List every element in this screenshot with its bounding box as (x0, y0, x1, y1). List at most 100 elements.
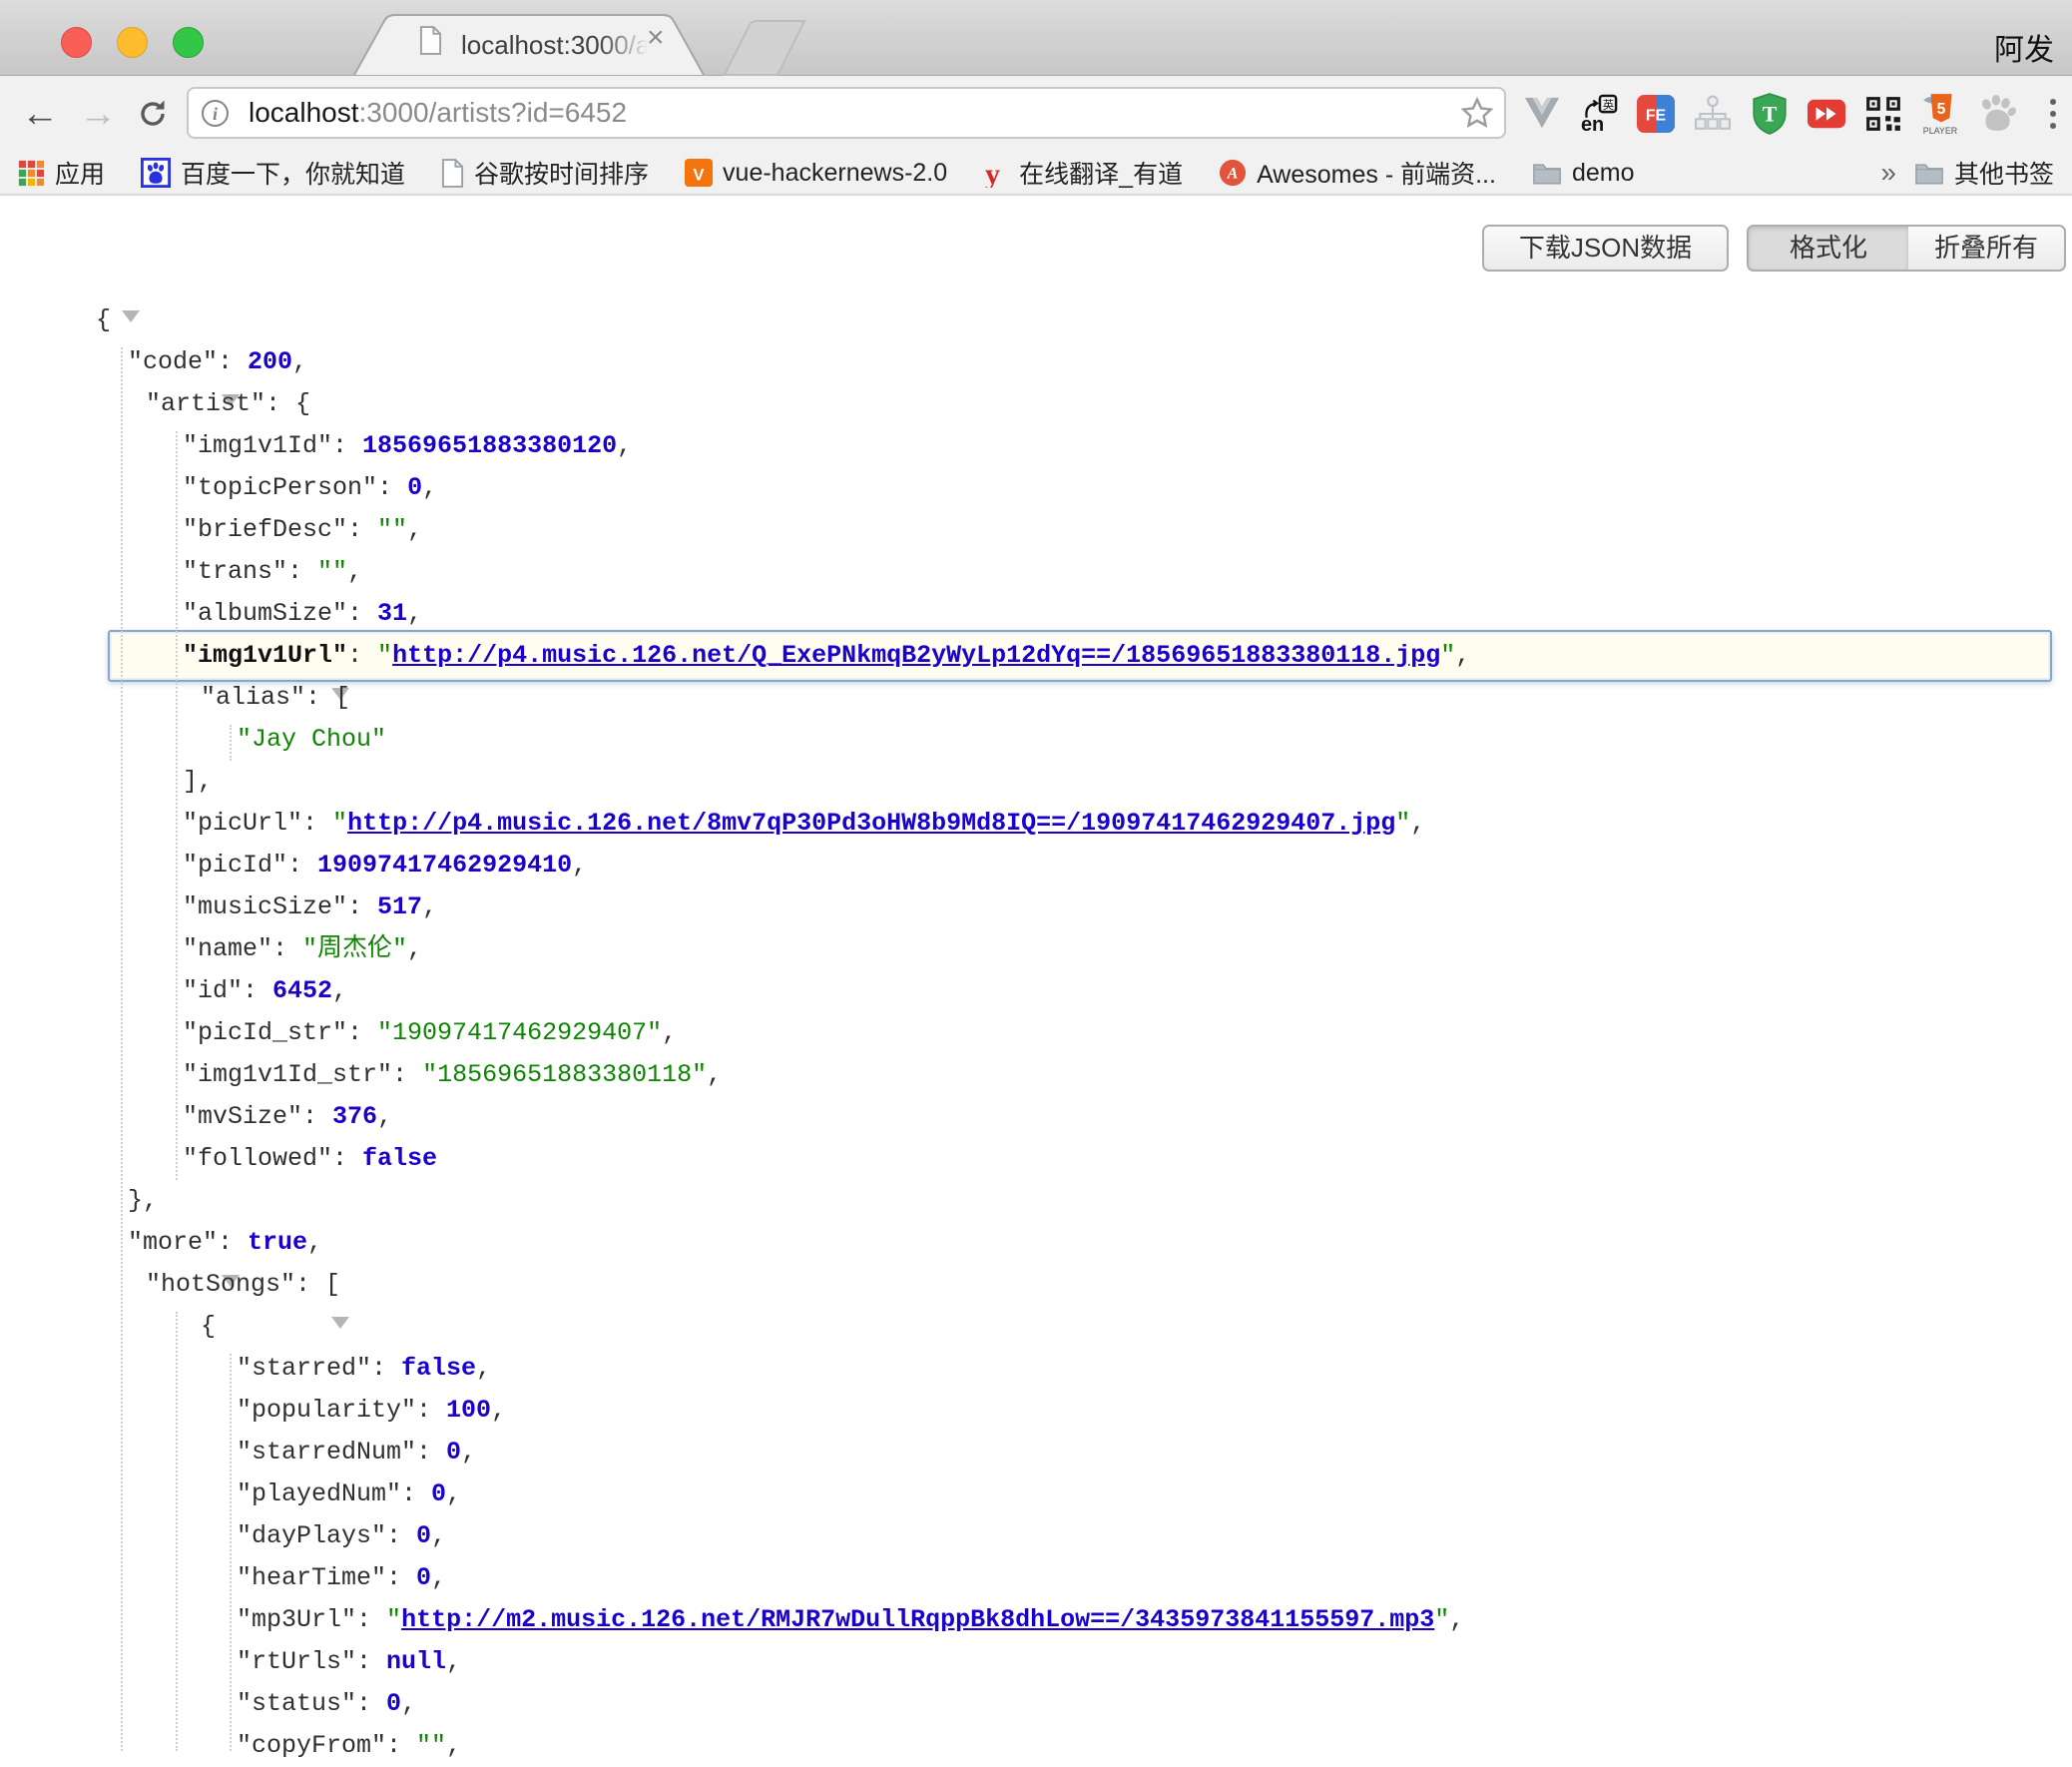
json-token: : (302, 1102, 332, 1131)
json-key: "popularity" (237, 1396, 416, 1425)
tab-close-icon[interactable]: × (647, 22, 665, 54)
sitemap-icon[interactable] (1694, 92, 1732, 136)
json-key: "hearTime" (237, 1563, 386, 1592)
json-token: 0 (386, 1689, 401, 1718)
url-path: :3000/artists?id=6452 (359, 97, 628, 128)
json-token: : (302, 809, 332, 838)
json-key: "copyFrom" (237, 1731, 386, 1760)
json-key: "img1v1Url" (183, 641, 347, 670)
baidu-icon (141, 158, 171, 188)
youdao-icon: y (983, 158, 1009, 188)
json-token: 376 (332, 1102, 377, 1131)
bookmark-item[interactable]: AAwesomes - 前端资... (1219, 155, 1496, 191)
back-button[interactable]: ← (14, 76, 66, 152)
translate-icon[interactable]: en英 (1580, 92, 1618, 136)
json-token: : { (265, 389, 310, 418)
bookmark-item[interactable]: 应用 (18, 155, 105, 191)
json-link[interactable]: http://p4.music.126.net/8mv7qP30Pd3oHW8b… (347, 809, 1395, 838)
svg-text:T: T (1763, 101, 1778, 126)
collapse-toggle-icon[interactable] (331, 1317, 349, 1358)
fe-icon[interactable]: FE (1637, 92, 1675, 136)
bookmark-star-icon[interactable] (1460, 96, 1494, 130)
json-key: "img1v1Id_str" (183, 1060, 392, 1089)
tampermonkey-icon[interactable]: T (1751, 92, 1789, 136)
json-token: : (218, 347, 248, 376)
json-line: "code": 200, (0, 341, 2072, 383)
new-tab-button[interactable] (725, 21, 804, 75)
collapse-toggle-icon[interactable] (122, 310, 140, 351)
download-json-button[interactable]: 下载JSON数据 (1482, 225, 1729, 272)
browser-profile-name[interactable]: 阿发 (1994, 25, 2054, 69)
json-token: 200 (248, 347, 292, 376)
svg-text:A: A (1227, 166, 1239, 183)
format-button-active[interactable]: 格式化 (1747, 225, 1910, 272)
indent-guide (176, 1312, 178, 1751)
json-line: "musicSize": 517, (0, 886, 2072, 928)
bookmarks-overflow-chevron[interactable]: » (1880, 157, 1896, 189)
other-bookmarks-folder[interactable]: 其他书签 (1914, 155, 2054, 191)
json-token: : (347, 892, 377, 921)
json-line: "Jay Chou" (0, 719, 2072, 761)
json-token: { (96, 305, 111, 334)
vue-devtools-icon[interactable] (1523, 92, 1561, 136)
json-line: "trans": "", (0, 551, 2072, 593)
collapse-all-button[interactable]: 折叠所有 (1908, 225, 2066, 272)
indent-guide (176, 431, 178, 1180)
json-line: "hearTime": 0, (0, 1557, 2072, 1599)
qrcode-icon[interactable] (1864, 92, 1902, 136)
bookmark-item[interactable]: y在线翻译_有道 (983, 155, 1183, 191)
json-token: 0 (416, 1521, 431, 1550)
json-key: "more" (128, 1228, 218, 1257)
bookmarks-right-group: » 其他书签 (1880, 155, 2054, 191)
json-token: 19097417462929410 (317, 851, 572, 880)
json-token: : (347, 599, 377, 628)
json-token: , (332, 976, 347, 1005)
json-link[interactable]: http://p4.music.126.net/Q_ExePNkmqB2yWyL… (392, 641, 1440, 670)
json-line: "playedNum": 0, (0, 1473, 2072, 1515)
folder-icon (1914, 161, 1944, 186)
url-text[interactable]: localhost:3000/artists?id=6452 (249, 97, 627, 129)
json-key: "starredNum" (237, 1438, 416, 1467)
bookmark-item[interactable]: 谷歌按时间排序 (441, 155, 649, 191)
json-line: "albumSize": 31, (0, 593, 2072, 635)
json-token: , (617, 431, 632, 460)
json-key: "dayPlays" (237, 1521, 386, 1550)
json-token: , (1410, 809, 1425, 838)
json-key: "picUrl" (183, 809, 302, 838)
indent-guide (230, 1354, 232, 1751)
html5-player-icon[interactable]: 5PLAYER (1921, 92, 1959, 136)
json-token: "18569651883380118" (422, 1060, 707, 1089)
vueb-icon: V (685, 159, 713, 187)
bookmark-item[interactable]: demo (1532, 159, 1635, 188)
bookmark-label: 应用 (55, 155, 105, 191)
json-line: "copyFrom": "", (0, 1725, 2072, 1767)
bookmark-item[interactable]: Vvue-hackernews-2.0 (685, 159, 947, 188)
json-viewer: {"code": 200,"artist": {"img1v1Id": 1856… (0, 299, 2072, 1767)
browser-menu-icon[interactable] (2050, 99, 2056, 129)
json-link[interactable]: http://m2.music.126.net/RMJR7wDullRqppBk… (401, 1605, 1434, 1634)
json-line: "popularity": 100, (0, 1390, 2072, 1432)
json-token: }, (128, 1186, 158, 1215)
bookmark-label: 谷歌按时间排序 (474, 155, 649, 191)
json-line: "topicPerson": 0, (0, 467, 2072, 509)
site-info-icon[interactable]: i (202, 100, 229, 127)
reload-button[interactable] (132, 97, 174, 131)
json-token: : (347, 515, 377, 544)
json-token: , (662, 1018, 677, 1047)
json-token: { (201, 1312, 216, 1341)
json-token: "" (317, 557, 347, 586)
json-token: : (416, 1438, 446, 1467)
awesomes-icon: A (1219, 159, 1247, 187)
address-bar[interactable]: i localhost:3000/artists?id=6452 (187, 87, 1506, 139)
json-line: "starredNum": 0, (0, 1432, 2072, 1473)
json-token: 517 (377, 892, 422, 921)
json-token: false (401, 1354, 476, 1383)
json-key: "musicSize" (183, 892, 347, 921)
paw-extension-icon[interactable] (1978, 92, 2016, 136)
bookmark-item[interactable]: 百度一下，你就知道 (141, 155, 405, 191)
svg-text:FE: FE (1646, 107, 1666, 124)
video-forward-icon[interactable] (1808, 92, 1845, 136)
json-token: : (386, 1731, 416, 1760)
json-token: , (446, 1731, 461, 1760)
json-token: 0 (446, 1438, 461, 1467)
